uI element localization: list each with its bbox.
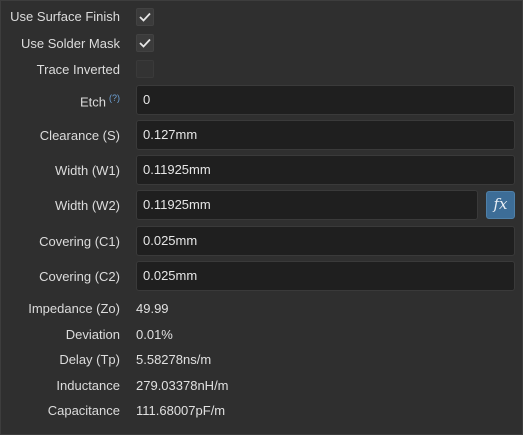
formula-fx-button[interactable]: fx [486,191,515,219]
covering-c2-input[interactable]: 0.025mm [136,261,515,291]
delay-row: Delay (Tp) 5.58278ns/m [1,352,523,370]
trace-inverted-row: Trace Inverted [1,59,523,81]
deviation-row: Deviation 0.01% [1,327,523,345]
use-surface-finish-label: Use Surface Finish [10,9,120,24]
etch-label-text: Etch [79,94,106,110]
checkmark-icon [139,12,151,22]
inductance-value: 279.03378nH/m [136,378,229,393]
inductance-label: Inductance [56,378,120,393]
use-surface-finish-row: Use Surface Finish [1,6,523,28]
width-w2-input[interactable]: 0.11925mm [136,190,478,220]
trace-inverted-label: Trace Inverted [36,62,120,77]
trace-inverted-checkbox[interactable] [136,60,154,78]
width-w2-row: Width (W2) 0.11925mm fx [1,190,523,220]
capacitance-value: 111.68007pF/m [136,403,226,418]
delay-label: Delay (Tp) [59,352,120,367]
help-icon[interactable]: (?) [109,93,120,103]
covering-c1-row: Covering (C1) 0.025mm [1,226,523,256]
clearance-label: Clearance (S) [39,128,120,143]
covering-c1-input[interactable]: 0.025mm [136,226,515,256]
impedance-value: 49.99 [136,301,169,316]
etch-row: Etch (?) 0 [1,85,523,115]
width-w1-row: Width (W1) 0.11925mm [1,155,523,185]
fx-icon: fx [493,195,508,213]
etch-input[interactable]: 0 [136,85,515,115]
inductance-row: Inductance 279.03378nH/m [1,378,523,396]
width-w1-label: Width (W1) [55,163,120,178]
use-surface-finish-checkbox[interactable] [136,8,154,26]
delay-value: 5.58278ns/m [136,352,212,367]
impedance-properties-panel: Use Surface Finish Use Solder Mask Trace… [0,0,523,435]
checkmark-icon [139,38,151,48]
capacitance-label: Capacitance [47,403,120,418]
covering-c2-row: Covering (C2) 0.025mm [1,261,523,291]
etch-label: Etch (?) [80,93,120,109]
use-solder-mask-row: Use Solder Mask [1,33,523,55]
covering-c1-label: Covering (C1) [39,234,120,249]
width-w2-label: Width (W2) [55,198,120,213]
deviation-value: 0.01% [136,327,173,342]
use-solder-mask-checkbox[interactable] [136,34,154,52]
impedance-row: Impedance (Zo) 49.99 [1,301,523,319]
clearance-row: Clearance (S) 0.127mm [1,120,523,150]
covering-c2-label: Covering (C2) [39,269,120,284]
width-w1-input[interactable]: 0.11925mm [136,155,515,185]
impedance-label: Impedance (Zo) [28,301,120,316]
deviation-label: Deviation [65,327,120,342]
capacitance-row: Capacitance 111.68007pF/m [1,403,523,421]
clearance-input[interactable]: 0.127mm [136,120,515,150]
use-solder-mask-label: Use Solder Mask [21,36,120,51]
